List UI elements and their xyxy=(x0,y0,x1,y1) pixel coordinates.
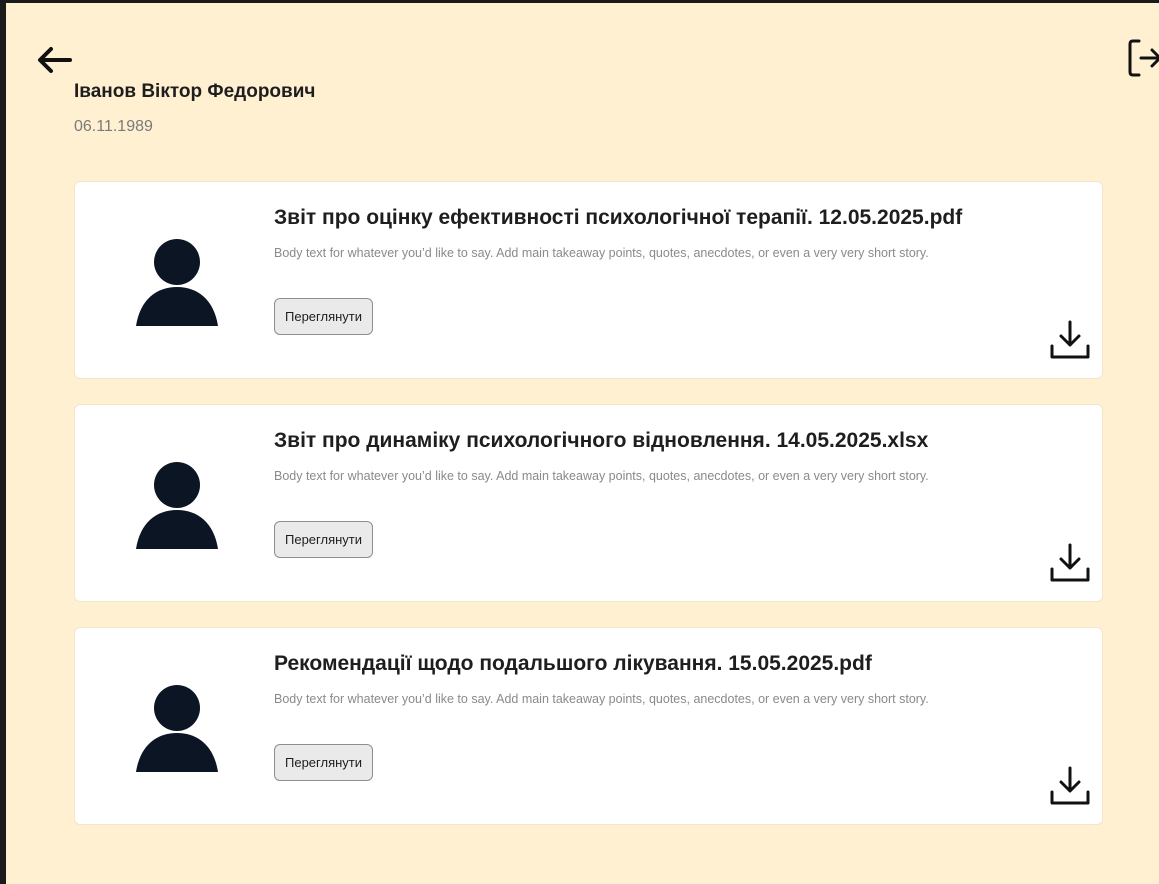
download-button[interactable] xyxy=(1048,541,1092,585)
download-button[interactable] xyxy=(1048,318,1092,362)
document-title[interactable]: Звіт про динаміку психологічного відновл… xyxy=(274,429,928,453)
back-button[interactable] xyxy=(36,41,76,81)
document-card: Рекомендації щодо подальшого лікування. … xyxy=(74,627,1103,825)
user-avatar-icon xyxy=(134,461,220,551)
logout-icon xyxy=(1128,39,1159,77)
download-icon xyxy=(1050,766,1090,805)
download-icon xyxy=(1050,320,1090,359)
download-icon xyxy=(1050,543,1090,582)
document-card: Звіт про оцінку ефективності психологічн… xyxy=(74,181,1103,379)
document-card: Звіт про динаміку психологічного відновл… xyxy=(74,404,1103,602)
arrow-left-icon xyxy=(38,47,72,73)
document-title[interactable]: Звіт про оцінку ефективності психологічн… xyxy=(274,206,962,230)
view-document-button[interactable]: Переглянути xyxy=(274,744,374,781)
document-title[interactable]: Рекомендації щодо подальшого лікування. … xyxy=(274,652,872,676)
view-document-button[interactable]: Переглянути xyxy=(274,521,374,558)
user-avatar-icon xyxy=(134,238,220,328)
view-document-button[interactable]: Переглянути xyxy=(274,298,374,335)
patient-birth-date: 06.11.1989 xyxy=(74,118,153,135)
user-avatar-icon xyxy=(134,684,220,774)
app-frame: Іванов Віктор Федорович 06.11.1989 Звіт … xyxy=(0,0,1159,884)
document-description: Body text for whatever you’d like to say… xyxy=(274,246,929,260)
document-description: Body text for whatever you’d like to say… xyxy=(274,692,929,706)
download-button[interactable] xyxy=(1048,764,1092,808)
patient-name: Іванов Віктор Федорович xyxy=(74,81,316,102)
logout-button[interactable] xyxy=(1127,34,1159,82)
document-description: Body text for whatever you’d like to say… xyxy=(274,469,929,483)
